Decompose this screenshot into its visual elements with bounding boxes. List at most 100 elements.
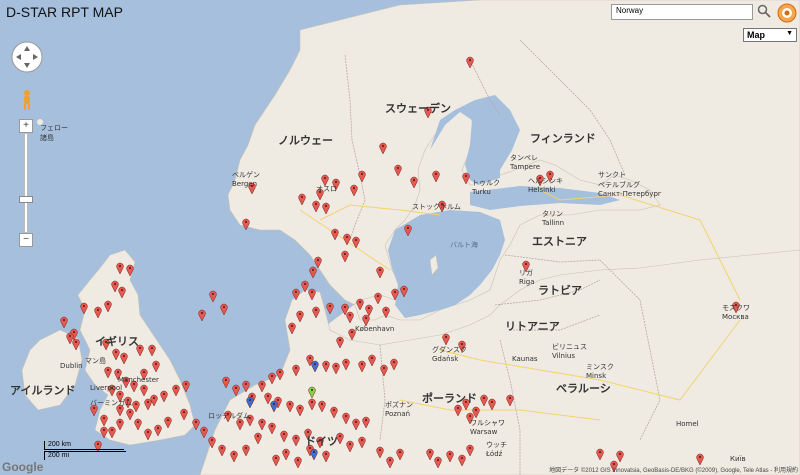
repeater-marker-dot [295,291,297,293]
repeater-marker-dot [461,457,463,459]
label-poznan: ポズナン Poznań [385,401,413,418]
label-estonia: エストニア [532,235,587,248]
pegman-icon[interactable] [19,89,35,111]
repeater-marker-dot [175,387,177,389]
label-copenhagen: København [355,325,395,333]
repeater-marker-dot [211,439,213,441]
repeater-marker-dot [297,459,299,461]
repeater-marker-dot [325,205,327,207]
map-attribution[interactable]: 地図データ ©2012 GIS Innovatsia, GeoBasis-DE/… [549,465,798,474]
repeater-marker-dot [245,221,247,223]
label-faroe: フェロー 諸島 [40,124,68,142]
repeater-marker-dot [449,453,451,455]
app-title: D-STAR RPT MAP [6,4,123,20]
repeater-marker-dot [345,415,347,417]
repeater-marker-dot [137,421,139,423]
repeater-marker-dot [403,288,405,290]
repeater-marker-dot [344,306,346,308]
repeater-marker-dot [225,379,227,381]
repeater-marker-dot [114,283,116,285]
repeater-marker-dot [377,295,379,297]
repeater-marker-dot [157,427,159,429]
repeater-marker-dot [349,314,351,316]
label-turku: トゥルク Turku [472,179,500,196]
repeater-marker-dot [399,451,401,453]
label-bergen: ベルゲン Bergen [232,171,260,188]
label-tampere: タンペレ Tampere [510,154,541,171]
repeater-marker-dot [429,451,431,453]
repeater-marker-dot [317,259,319,261]
google-logo: Google [2,460,44,474]
label-ireland: アイルランド [10,384,76,397]
search-input[interactable]: Norway [611,4,753,20]
repeater-marker-dot [223,306,225,308]
label-baltic-sea: バルト海 [450,241,478,249]
repeater-marker-dot [139,347,141,349]
label-stpetersburg: サンクト ペテルブルグ Санкт-Петербург [598,171,662,198]
repeater-marker-dot [153,397,155,399]
repeater-marker-dot [329,305,331,307]
pan-control-icon[interactable] [10,40,44,74]
repeater-marker-dot [435,173,437,175]
repeater-marker-dot [257,435,259,437]
repeater-marker-dot [619,453,621,455]
repeater-marker-dot [195,421,197,423]
repeater-marker-dot [457,407,459,409]
repeater-marker-dot [261,383,263,385]
label-rotterdam: ロッテルダム [208,412,250,420]
repeater-marker-dot [267,395,269,397]
repeater-marker-dot [346,236,348,238]
repeater-marker-dot [335,181,337,183]
repeater-marker-dot [321,403,323,405]
repeater-marker-dot [119,393,121,395]
repeater-marker-dot [315,309,317,311]
zoom-out-button[interactable]: − [19,233,33,247]
repeater-marker-dot [475,409,477,411]
repeater-marker-dot [147,401,149,403]
map-type-select[interactable]: Map ▼ [743,28,797,42]
repeater-marker-dot [355,421,357,423]
repeater-marker-dot [315,203,317,205]
repeater-marker-dot [135,403,137,405]
search-icon[interactable] [756,3,772,19]
zoom-slider-handle[interactable] [19,196,33,203]
repeater-marker-dot [119,265,121,267]
repeater-marker-dot [251,395,253,397]
zoom-slider-track[interactable] [24,133,28,233]
repeater-marker-blue-dot [314,363,316,365]
label-poland: ポーランド [422,392,477,405]
repeater-marker-dot [163,393,165,395]
repeater-marker-dot [261,421,263,423]
repeater-marker-dot [245,383,247,385]
repeater-marker-dot [389,459,391,461]
label-vilnius: ビリニュス Vilnius [552,343,587,360]
label-dublin: Dublin [60,362,83,370]
label-helsinki: ヘルシンキ Helsinki [528,177,563,194]
repeater-marker-dot [465,175,467,177]
label-homel: Homel [676,420,699,428]
repeater-marker-dot [483,397,485,399]
label-norway: ノルウェー [278,134,333,147]
repeater-marker-dot [279,371,281,373]
repeater-marker-dot [312,269,314,271]
repeater-marker-dot [295,437,297,439]
repeater-marker-dot [275,457,277,459]
label-sweden: スウェーデン [385,102,451,115]
repeater-marker-dot [699,456,701,458]
scale-imperial: 200 mi [44,451,126,460]
repeater-marker-dot [325,453,327,455]
repeater-marker-dot [245,447,247,449]
zoom-in-button[interactable]: + [19,119,33,133]
repeater-marker-dot [344,253,346,255]
repeater-marker-dot [83,305,85,307]
repeater-marker-dot [239,421,241,423]
repeater-marker-dot [155,363,157,365]
repeater-marker-blue-dot [249,399,251,401]
repeater-marker-dot [221,447,223,449]
repeater-marker-dot [143,387,145,389]
repeater-marker-dot [311,401,313,403]
label-kyiv: Київ [730,455,746,463]
repeater-marker-dot [103,429,105,431]
repeater-marker-dot [469,447,471,449]
repeater-marker-dot [283,433,285,435]
